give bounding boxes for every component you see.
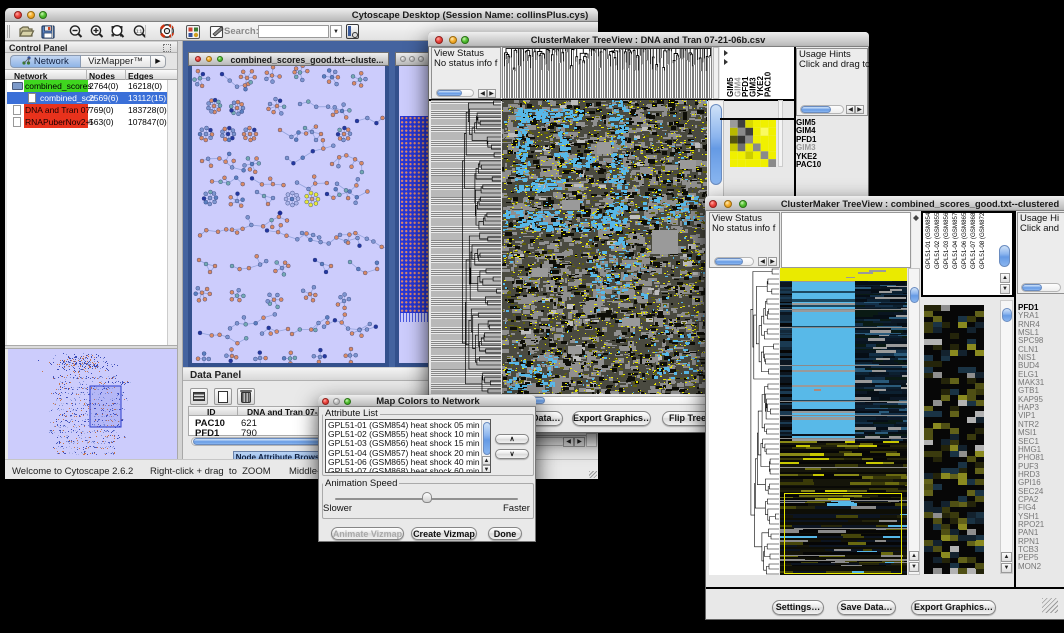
svg-text:GPL51-06 (GSM865): GPL51-06 (GSM865): [961, 213, 968, 269]
svg-text:GPL51-03 (GSM856): GPL51-03 (GSM856): [943, 213, 950, 269]
svg-text:GPL51-08 (GSM872): GPL51-08 (GSM872): [979, 213, 986, 269]
svg-text:GPL51-07 (GSM868): GPL51-07 (GSM868): [970, 213, 977, 269]
svg-text:GPL51-02 (GSM855): GPL51-02 (GSM855): [934, 213, 941, 269]
svg-text:PAC10: PAC10: [764, 71, 773, 97]
svg-text:1:1: 1:1: [136, 29, 143, 34]
svg-text:GPL51-04 (GSM857): GPL51-04 (GSM857): [952, 213, 959, 269]
svg-text:GPL51-01 (GSM854): GPL51-01 (GSM854): [925, 213, 932, 269]
